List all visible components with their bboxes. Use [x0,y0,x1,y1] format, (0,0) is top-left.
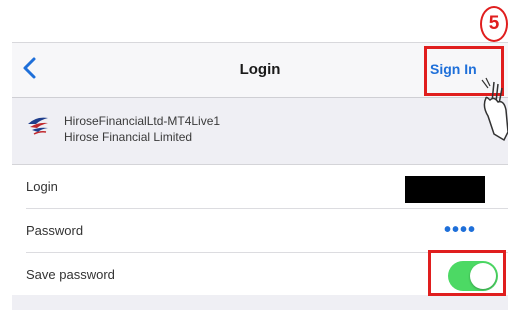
pointing-hand-icon [481,77,508,142]
company-name: Hirose Financial Limited [64,130,193,144]
server-name: HiroseFinancialLtd-MT4Live1 [64,114,221,128]
password-row[interactable]: Password •••• [12,209,508,253]
toggle-highlight [428,250,506,296]
server-info: HiroseFinancialLtd-MT4Live1 Hirose Finan… [12,98,508,154]
login-row[interactable]: Login [12,165,508,209]
password-label: Password [26,223,84,238]
login-field-redacted[interactable] [405,176,485,203]
save-password-label: Save password [26,267,115,282]
login-label: Login [26,179,58,194]
footer-space [12,295,508,310]
step-number-badge: 5 [480,6,508,42]
broker-logo-icon [28,117,48,135]
password-field[interactable]: •••• [444,219,476,242]
